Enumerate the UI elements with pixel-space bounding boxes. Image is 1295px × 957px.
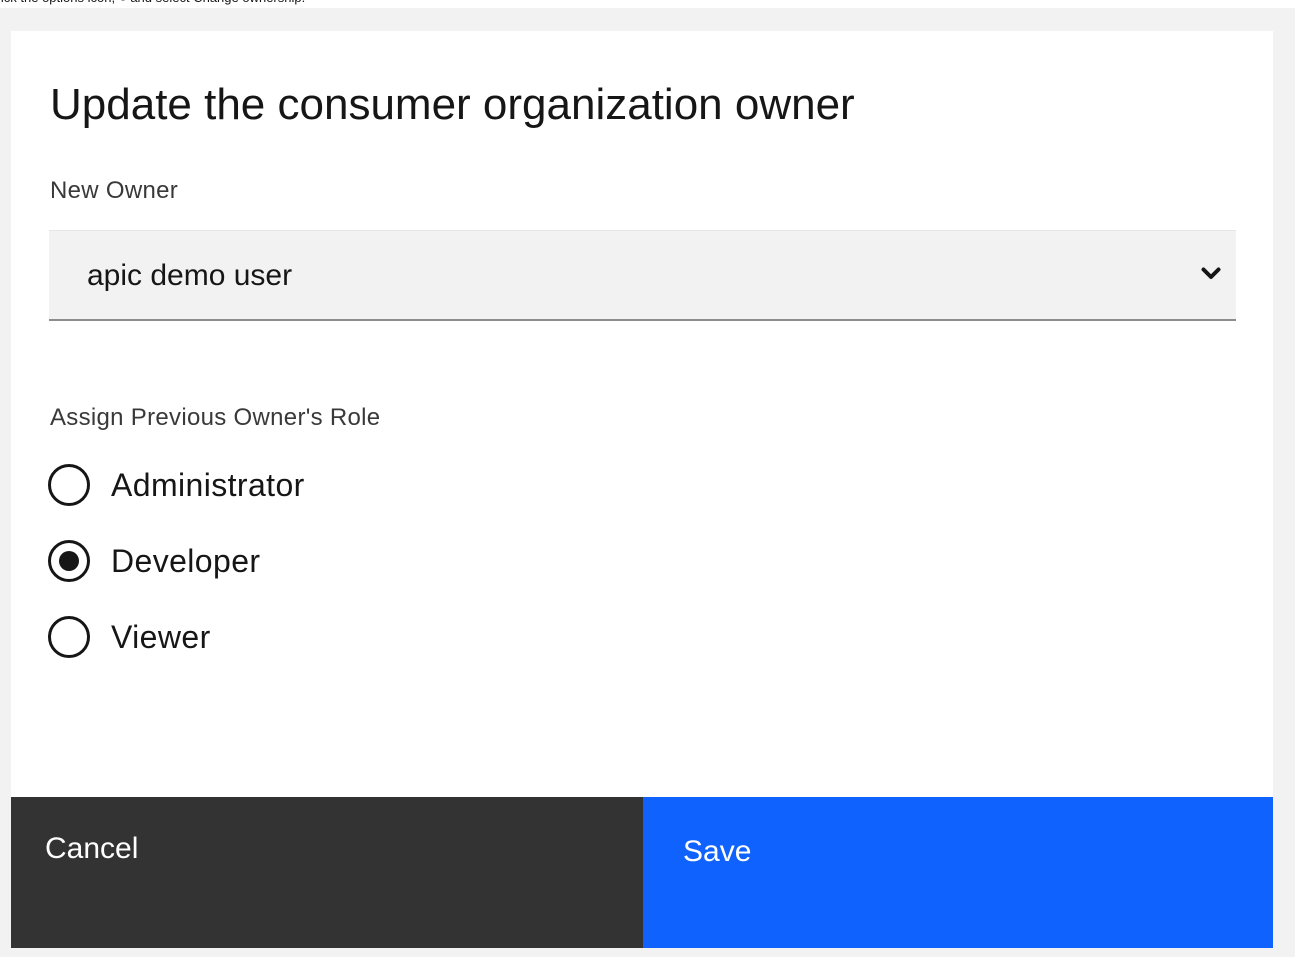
previous-owner-role-label: Assign Previous Owner's Role bbox=[50, 404, 381, 431]
radio-label-administrator: Administrator bbox=[111, 467, 305, 503]
instruction-text-end: and select Change ownership. bbox=[130, 0, 305, 5]
instruction-strip: lick the options icon, and select Change… bbox=[0, 0, 1295, 8]
modal-title: Update the consumer organization owner bbox=[50, 80, 855, 129]
radio-label-viewer: Viewer bbox=[111, 619, 211, 655]
change-owner-modal: Update the consumer organization owner N… bbox=[11, 31, 1273, 948]
instruction-caption: lick the options icon, and select Change… bbox=[0, 0, 305, 5]
instruction-text-start: lick the options icon, bbox=[0, 0, 115, 5]
cancel-button[interactable]: Cancel bbox=[11, 797, 643, 948]
radio-button-viewer[interactable] bbox=[48, 616, 90, 658]
options-icon bbox=[120, 0, 125, 1]
new-owner-select[interactable]: apic demo user bbox=[49, 230, 1236, 321]
new-owner-selected-value: apic demo user bbox=[87, 259, 293, 292]
radio-button-administrator[interactable] bbox=[48, 464, 90, 506]
save-button-label: Save bbox=[683, 835, 752, 868]
cancel-button-label: Cancel bbox=[45, 832, 139, 865]
radio-button-developer[interactable] bbox=[48, 540, 90, 582]
radio-label-developer: Developer bbox=[111, 543, 261, 579]
chevron-down-icon bbox=[1201, 267, 1221, 279]
new-owner-label: New Owner bbox=[50, 177, 179, 204]
save-button[interactable]: Save bbox=[643, 797, 1273, 948]
